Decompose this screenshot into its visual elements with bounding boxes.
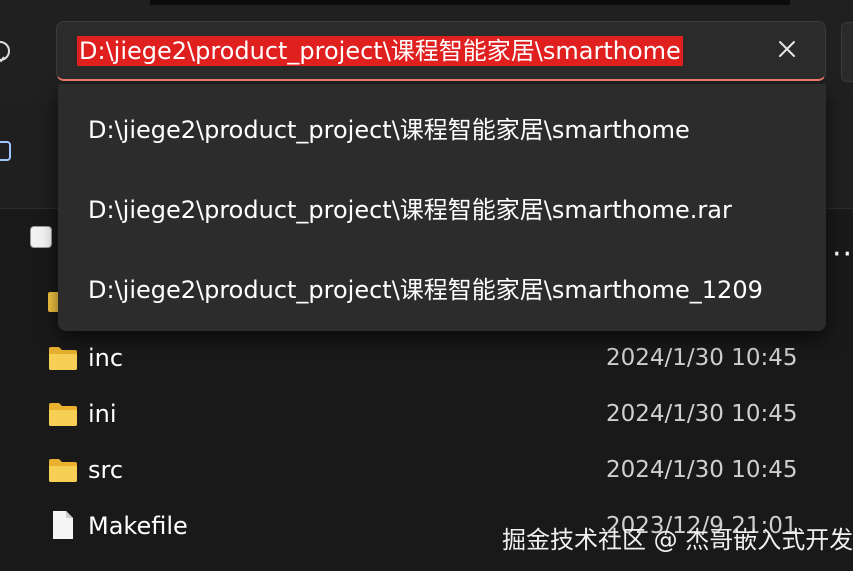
file-name: inc	[88, 344, 124, 372]
close-icon	[778, 40, 796, 62]
suggestion-item[interactable]: D:\jiege2\product_project\课程智能家居\smartho…	[58, 100, 826, 160]
file-icon	[48, 511, 78, 540]
address-input[interactable]: D:\jiege2\product_project\课程智能家居\smartho…	[77, 36, 683, 66]
folder-icon	[48, 456, 78, 484]
file-date: 2024/1/30 10:45	[606, 457, 798, 483]
file-name: Makefile	[88, 512, 188, 540]
window-top-strip	[150, 0, 790, 5]
folder-icon	[48, 344, 78, 372]
file-row[interactable]: ini 2024/1/30 10:45	[0, 386, 853, 442]
more-options-icon[interactable]: ··	[832, 240, 853, 270]
watermark: 掘金技术社区 @ 杰哥嵌入式开发	[502, 526, 853, 554]
suggestion-item[interactable]: D:\jiege2\product_project\课程智能家居\smartho…	[58, 180, 826, 240]
select-all-checkbox[interactable]	[30, 226, 52, 248]
file-name: src	[88, 456, 124, 484]
address-suggestions-dropdown: D:\jiege2\product_project\课程智能家居\smartho…	[58, 84, 826, 331]
file-name: ini	[88, 400, 117, 428]
file-date: 2024/1/30 10:45	[606, 401, 798, 427]
clear-button[interactable]	[769, 33, 805, 69]
file-row[interactable]: inc 2024/1/30 10:45	[0, 330, 853, 386]
file-date: 2024/1/30 10:45	[606, 345, 798, 371]
address-bar[interactable]: D:\jiege2\product_project\课程智能家居\smartho…	[56, 21, 826, 81]
suggestion-item[interactable]: D:\jiege2\product_project\课程智能家居\smartho…	[58, 260, 826, 320]
search-box-edge[interactable]	[841, 22, 853, 82]
file-row[interactable]: src 2024/1/30 10:45	[0, 442, 853, 498]
chat-icon[interactable]	[0, 140, 12, 164]
folder-icon	[48, 400, 78, 428]
refresh-icon[interactable]	[0, 38, 12, 64]
